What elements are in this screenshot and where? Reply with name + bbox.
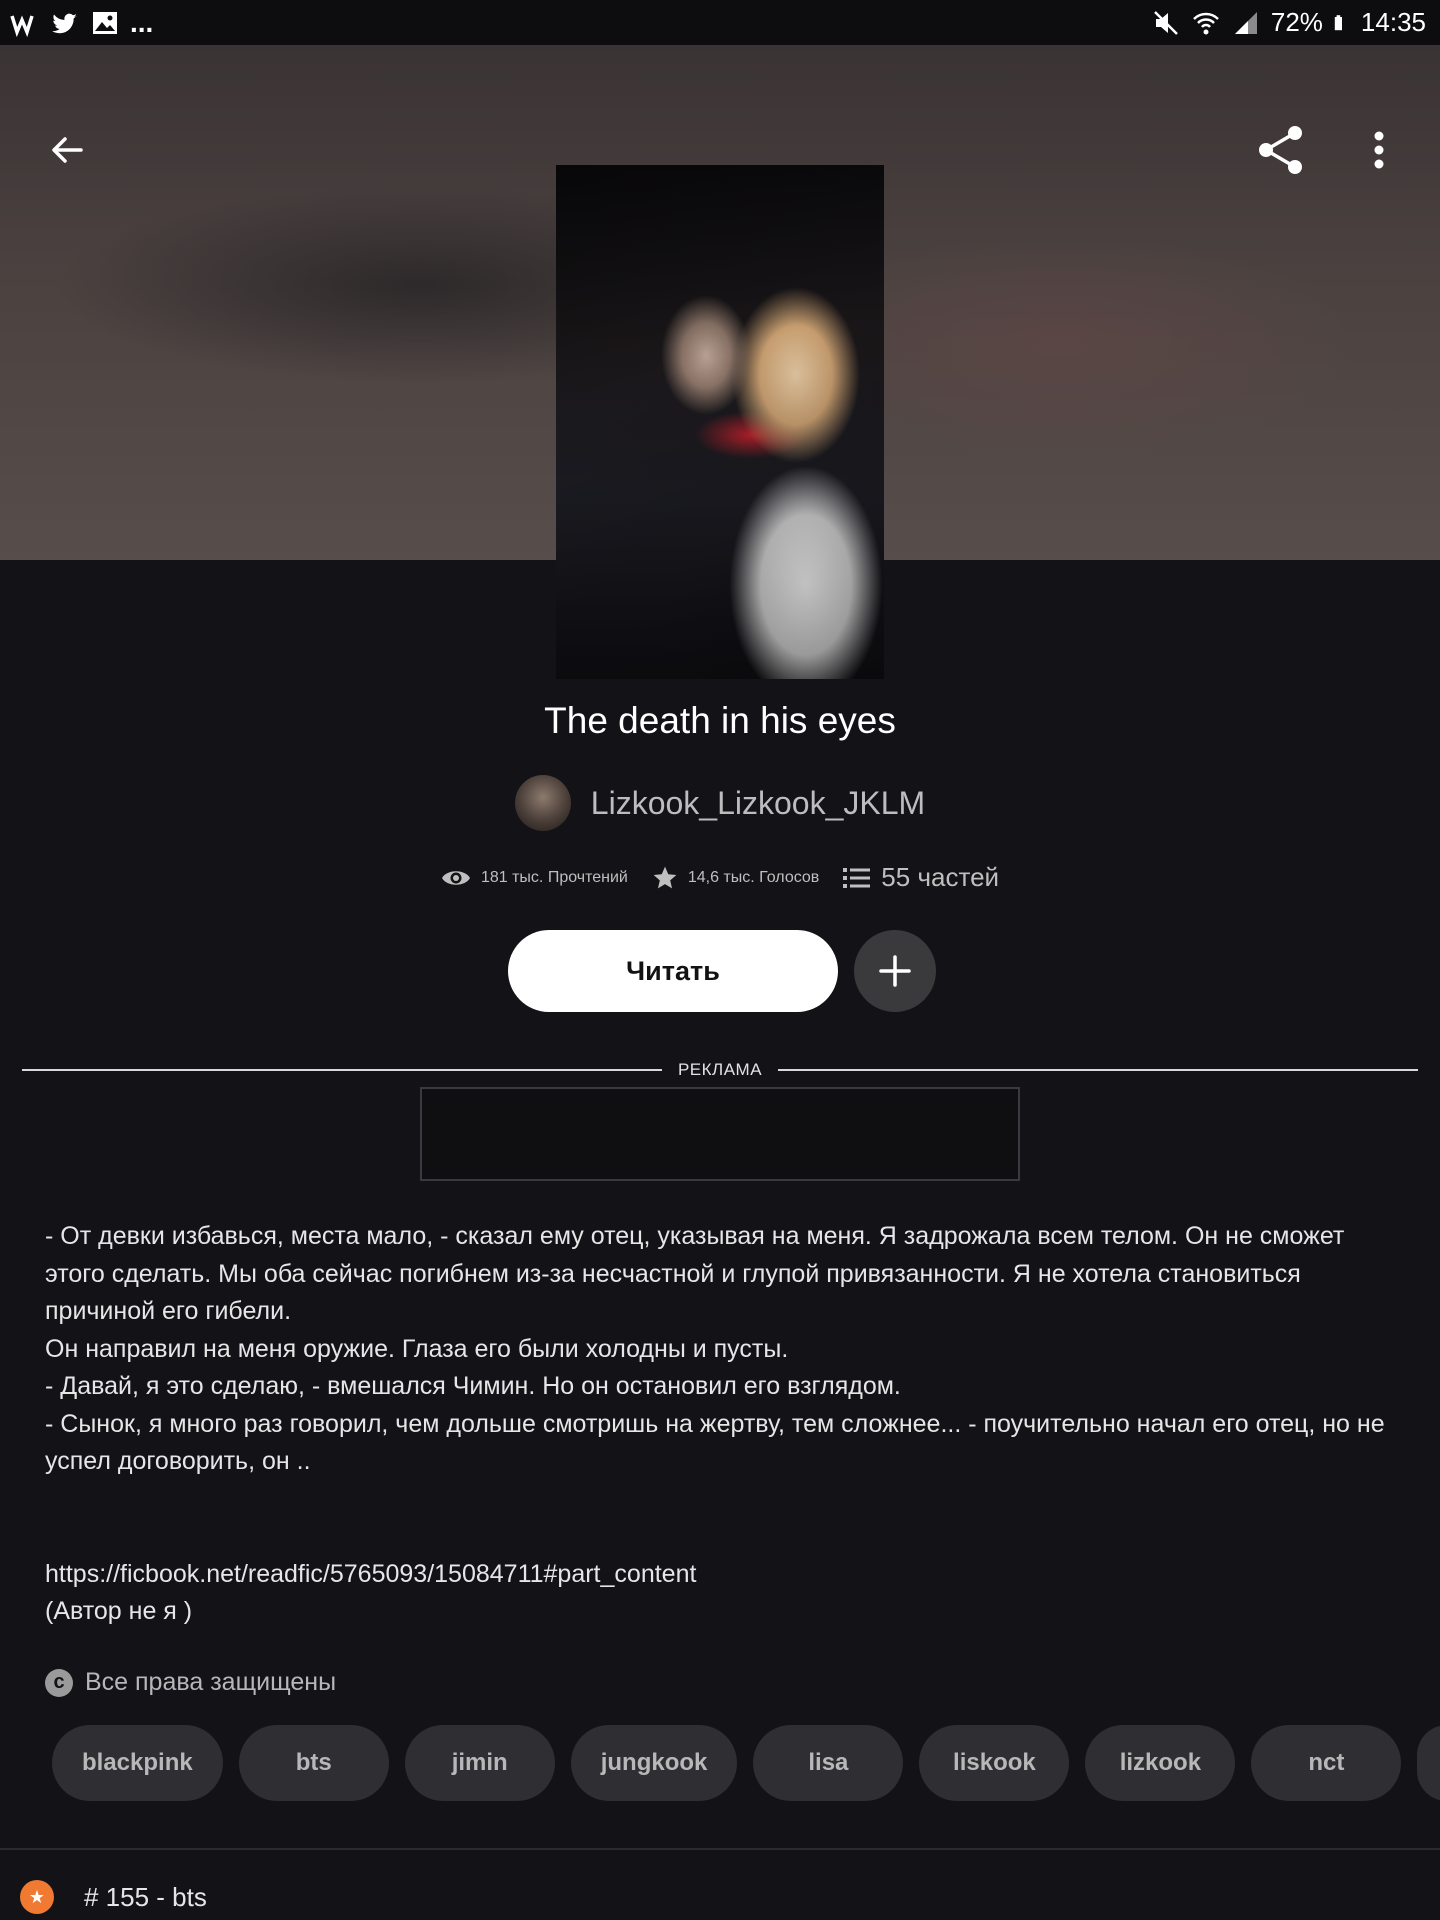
tag-bts[interactable]: bts xyxy=(238,1725,389,1801)
arrow-left-icon xyxy=(52,137,83,163)
status-left: ... xyxy=(10,7,153,39)
twitter-icon xyxy=(52,13,77,33)
reads-count: 181 тыс. Прочтений xyxy=(480,868,628,886)
status-right: 72% 14:35 xyxy=(1151,7,1426,38)
read-button[interactable]: Читать xyxy=(508,930,838,1012)
tag-jungkook[interactable]: jungkook xyxy=(570,1725,738,1801)
copyright-row: c Все права защищены xyxy=(45,1668,336,1697)
author-name[interactable]: Lizkook_Lizkook_JKLM xyxy=(591,785,925,822)
parts-stat[interactable]: 55 частей xyxy=(843,862,999,893)
wattpad-icon xyxy=(10,14,34,37)
star-icon xyxy=(653,866,677,888)
section-divider xyxy=(0,1848,1440,1850)
story-actions: Читать xyxy=(0,930,1440,1012)
ad-label: РЕКЛАМА xyxy=(677,1060,763,1079)
back-button[interactable] xyxy=(32,115,102,185)
share-icon xyxy=(1259,126,1302,174)
story-description: - От девки избавься, места мало, - сказа… xyxy=(45,1222,1385,1625)
tag-blackpink[interactable]: blackpink xyxy=(52,1725,223,1801)
author-avatar[interactable] xyxy=(514,775,571,831)
status-more-notifications: ... xyxy=(130,6,154,38)
ad-divider-line-left xyxy=(22,1069,662,1071)
plus-icon xyxy=(879,955,911,987)
more-options-button[interactable] xyxy=(1344,115,1414,185)
tag-lizkook[interactable]: lizkook xyxy=(1085,1725,1236,1801)
signal-icon xyxy=(1234,11,1257,34)
story-stats: 181 тыс. Прочтений 14,6 тыс. Голосов 55 … xyxy=(0,862,1440,893)
votes-count: 14,6 тыс. Голосов xyxy=(687,868,820,886)
reads-stat: 181 тыс. Прочтений xyxy=(441,867,628,889)
ad-divider: РЕКЛАМА xyxy=(22,1060,1419,1080)
battery-percent: 72% xyxy=(1270,7,1323,37)
tag-list: blackpink bts jimin jungkook lisa liskoo… xyxy=(52,1725,1440,1801)
share-button[interactable] xyxy=(1246,115,1316,185)
tag-lisa[interactable]: lisa xyxy=(753,1725,904,1801)
tag-liskook[interactable]: liskook xyxy=(919,1725,1070,1801)
status-bar: ... 72% 14:35 xyxy=(0,0,1440,45)
eye-icon xyxy=(441,870,470,885)
copyright-icon: c xyxy=(45,1668,73,1697)
votes-stat: 14,6 тыс. Голосов xyxy=(652,865,819,891)
tag-more-partial[interactable] xyxy=(1417,1725,1440,1801)
ranking-text[interactable]: # 155 - bts xyxy=(84,1882,207,1913)
mute-icon xyxy=(1153,10,1178,35)
clock: 14:35 xyxy=(1360,7,1426,37)
copyright-text: Все права защищены xyxy=(85,1668,337,1696)
add-to-library-button[interactable] xyxy=(854,930,936,1012)
ranking-row[interactable]: ★ # 155 - bts xyxy=(20,1880,207,1914)
author-row[interactable]: Lizkook_Lizkook_JKLM xyxy=(0,775,1440,831)
tag-jimin[interactable]: jimin xyxy=(404,1725,555,1801)
tag-nct[interactable]: nct xyxy=(1251,1725,1402,1801)
battery-icon xyxy=(1334,14,1342,30)
more-vert-icon xyxy=(1374,131,1384,169)
wifi-icon xyxy=(1192,12,1219,34)
ranking-badge-icon: ★ xyxy=(20,1880,54,1914)
image-icon xyxy=(93,11,117,34)
ad-banner[interactable] xyxy=(420,1087,1020,1181)
list-icon xyxy=(843,867,871,888)
parts-count[interactable]: 55 частей xyxy=(881,862,999,893)
story-cover-image[interactable] xyxy=(556,165,884,679)
ad-divider-line-right xyxy=(778,1069,1419,1071)
story-title: The death in his eyes xyxy=(544,700,896,741)
